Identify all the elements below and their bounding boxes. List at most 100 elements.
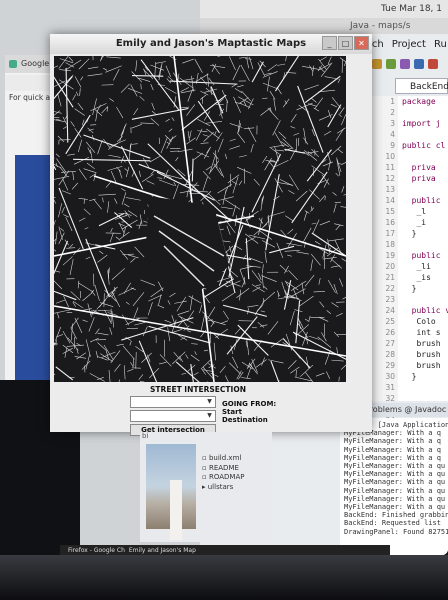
street-segment: [207, 73, 209, 87]
street-segment: [273, 196, 280, 201]
street-segment: [236, 287, 250, 298]
line-number: 14: [385, 196, 395, 205]
street-segment: [233, 96, 241, 113]
street-segment: [217, 184, 232, 194]
editor-tab[interactable]: BackEnd.java: [395, 78, 448, 94]
street-segment: [203, 349, 209, 352]
desk-surface: [0, 555, 448, 600]
minimize-button[interactable]: _: [322, 36, 337, 50]
file-item[interactable]: ▸ ullstars: [202, 483, 272, 493]
debug-icon[interactable]: [400, 59, 410, 69]
taskbar-item[interactable]: Firefox - Google Ch: [68, 547, 125, 554]
street-segment: [322, 161, 334, 167]
street-segment: [87, 147, 91, 154]
street-segment: [115, 236, 121, 241]
street-segment: [55, 231, 58, 245]
stop-icon[interactable]: [428, 59, 438, 69]
street-segment: [337, 148, 343, 154]
street-segment: [296, 251, 309, 255]
street-segment: [304, 210, 310, 214]
street-segment: [151, 102, 155, 111]
line-number: 12: [385, 174, 395, 183]
street-segment: [240, 265, 254, 270]
street-segment: [74, 128, 82, 138]
console-output[interactable]: App (6) [Java Application] /MyFileManage…: [340, 418, 448, 555]
going-from-label: GOING FROM:: [222, 400, 277, 408]
search-icon[interactable]: [414, 59, 424, 69]
street-segment: [67, 337, 79, 351]
line-number: 26: [385, 328, 395, 337]
menu-project[interactable]: Project: [392, 39, 426, 50]
street-segment: [189, 130, 192, 138]
street-segment: [82, 319, 88, 323]
street-segment: [80, 76, 84, 81]
chevron-down-icon: ▼: [207, 412, 212, 419]
street-segment: [282, 342, 287, 346]
street-segment: [328, 160, 331, 171]
street-segment: [99, 302, 114, 307]
console-line: MyFileManager: With a qu: [344, 503, 446, 512]
street-segment: [262, 82, 279, 90]
console-line: DrawingPanel: Found 82751: [344, 527, 448, 536]
street-segment: [324, 251, 326, 270]
close-button[interactable]: ✕: [354, 36, 369, 50]
line-number: 9: [390, 141, 395, 150]
street-segment: [165, 118, 170, 122]
taskbar-item[interactable]: Emily and Jason's Map: [129, 547, 196, 554]
street-segment: [232, 176, 239, 194]
street-segment: [274, 56, 300, 92]
street-segment: [308, 315, 311, 322]
street-segment: [130, 84, 138, 97]
street-segment: [90, 103, 107, 112]
street-segment: [203, 131, 214, 142]
street-segment: [86, 162, 95, 170]
street-segment: [326, 310, 331, 315]
map-canvas[interactable]: [54, 56, 346, 382]
street-segment: [288, 270, 298, 281]
street-segment: [331, 302, 339, 308]
code-editor[interactable]: 1 2 3 4 9 10 11 12 13 14 15 16 17 18 19 20 21 22 23 24 25 26 2…: [370, 96, 448, 447]
street-segment: [335, 224, 341, 231]
file-item[interactable]: ▫ ROADMAP: [202, 473, 272, 483]
street-segment: [83, 134, 151, 159]
street-segment: [155, 61, 166, 64]
street-select-1[interactable]: ▼: [130, 396, 216, 408]
street-segment: [219, 366, 226, 374]
street-segment: [114, 363, 121, 372]
street-segment: [239, 269, 246, 284]
code-line: }: [402, 372, 417, 381]
street-segment: [172, 329, 183, 333]
file-item[interactable]: ▫ README: [202, 464, 272, 474]
street-segment: [175, 156, 179, 162]
street-segment: [121, 317, 194, 341]
street-segment: [58, 56, 69, 69]
street-segment: [234, 327, 241, 335]
line-number: 1: [390, 97, 395, 106]
editor-tab-label: BackEnd.java: [410, 82, 448, 92]
street-segment: [142, 326, 148, 337]
street-segment: [97, 254, 108, 263]
street-segment: [251, 61, 264, 83]
code-line: brush: [402, 339, 441, 348]
file-item[interactable]: ▫ build.xml: [202, 454, 272, 464]
open-area: [144, 196, 229, 296]
street-segment: [78, 282, 94, 293]
run-icon[interactable]: [386, 59, 396, 69]
line-number: 31: [385, 383, 395, 392]
street-segment: [54, 290, 77, 301]
line-number-gutter: 1 2 3 4 9 10 11 12 13 14 15 16 17 18 19 20 21 22 23 24 25 26 2…: [370, 96, 398, 447]
street-segment: [291, 171, 328, 224]
street-segment: [63, 214, 69, 218]
package-icon[interactable]: [372, 59, 382, 69]
street-segment: [60, 228, 65, 232]
menu-run[interactable]: Ru: [434, 39, 447, 50]
street-segment: [275, 149, 285, 152]
street-segment: [55, 299, 66, 304]
code-text[interactable]: package import j public cl priva priva p…: [402, 96, 448, 414]
street-segment: [160, 137, 168, 154]
line-number: 16: [385, 218, 395, 227]
maximize-button[interactable]: □: [338, 36, 353, 50]
street-select-2[interactable]: ▼: [130, 410, 216, 422]
street-segment: [54, 176, 70, 180]
